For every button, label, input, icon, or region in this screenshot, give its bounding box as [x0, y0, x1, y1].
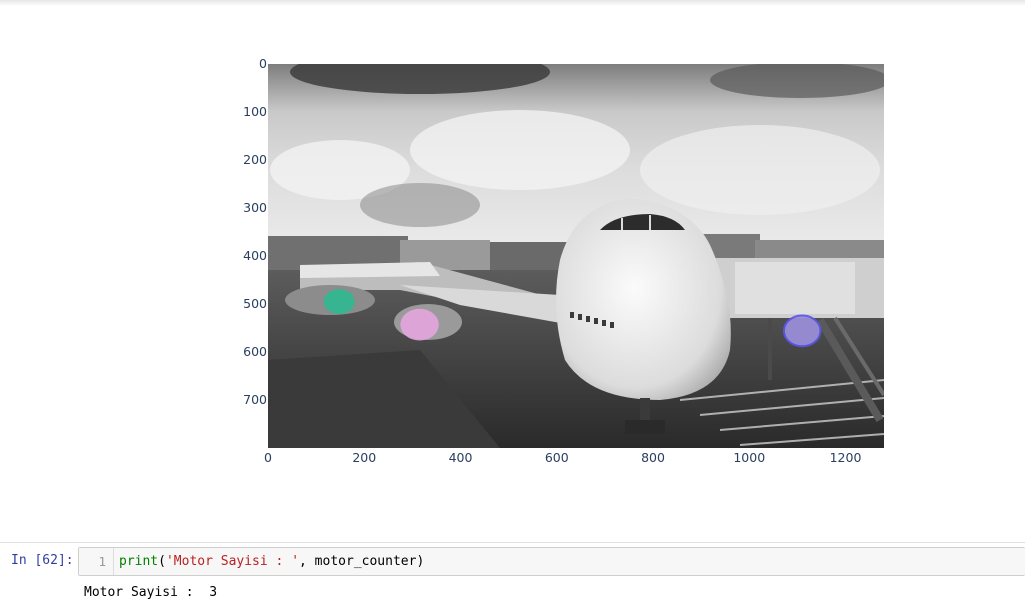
- y-tick-label: 0: [259, 56, 267, 71]
- y-tick-label: 100: [243, 104, 267, 119]
- y-tick-label: 300: [243, 200, 267, 215]
- code-string: 'Motor Sayisi : ': [165, 554, 300, 569]
- x-tick-label: 200: [352, 450, 376, 465]
- x-axis: 0 200 400 600 800 1000 1200: [264, 450, 861, 465]
- x-tick-label: 800: [641, 450, 665, 465]
- engine-marker-3: [782, 314, 822, 348]
- cell-output: Motor Sayisi : 3: [84, 585, 218, 600]
- image-plot: 0 200 400 600 800 1000 1200 0 100 200 300 400 500 60…: [243, 56, 884, 465]
- engine-marker-2: [400, 308, 439, 341]
- code-rest: , motor_counter: [299, 554, 417, 569]
- line-number: 1: [98, 554, 106, 569]
- y-tick-label: 500: [243, 296, 267, 311]
- code-open-paren: (: [158, 554, 166, 569]
- code-func: print: [119, 554, 159, 569]
- code-close-paren: ): [416, 554, 425, 569]
- y-tick-label: 200: [243, 152, 267, 167]
- engine-marker-1: [323, 289, 355, 315]
- code-cell[interactable]: 1 print('Motor Sayisi : ', motor_counter…: [78, 547, 1025, 576]
- x-tick-label: 400: [449, 450, 473, 465]
- y-tick-label: 700: [243, 392, 267, 407]
- x-tick-label: 600: [545, 450, 569, 465]
- x-tick-label: 1200: [830, 450, 862, 465]
- y-tick-label: 400: [243, 248, 267, 263]
- x-tick-label: 0: [264, 450, 272, 465]
- cell-separator: [0, 542, 1025, 543]
- y-axis: 0 100 200 300 400 500 600 700: [243, 56, 267, 407]
- input-prompt: In [62]:: [11, 553, 74, 568]
- code-line[interactable]: print('Motor Sayisi : ', motor_counter): [119, 554, 424, 569]
- x-tick-label: 1000: [733, 450, 765, 465]
- y-tick-label: 600: [243, 344, 267, 359]
- line-gutter: 1: [79, 548, 114, 575]
- airplane-photo: [268, 64, 884, 448]
